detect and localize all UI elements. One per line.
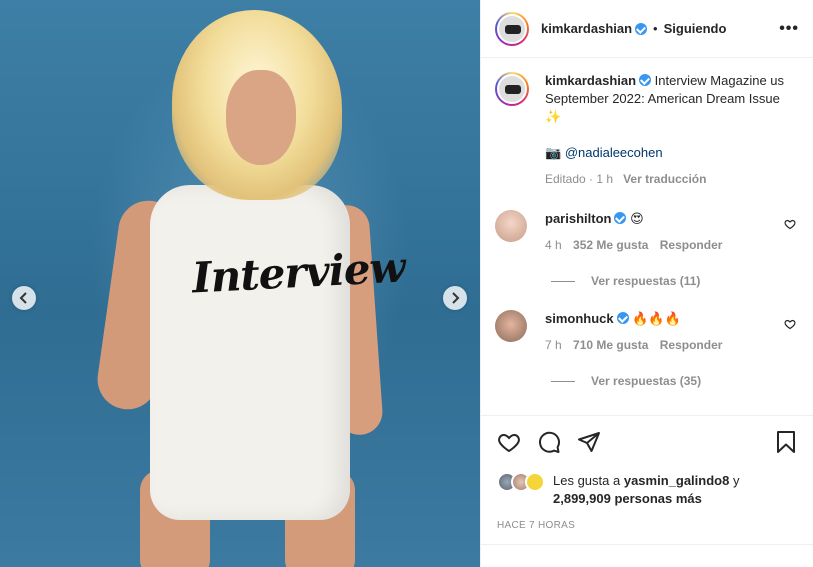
add-comment-bar[interactable] [481, 544, 813, 567]
bookmark-icon[interactable] [774, 430, 798, 454]
comment-likes-count[interactable]: 710 Me gusta [573, 338, 648, 352]
caption-username[interactable]: kimkardashian [545, 73, 636, 88]
camera-emoji-icon: 📷 [545, 145, 562, 160]
caption: kimkardashian Interview Magazine us Sept… [495, 72, 800, 188]
author-username[interactable]: kimkardashian [541, 21, 632, 36]
verified-badge-icon [616, 312, 629, 324]
view-replies-button[interactable]: Ver respuestas (35) [551, 374, 800, 388]
post-timestamp[interactable]: HACE 7 HORAS [497, 520, 798, 531]
verified-badge-icon [635, 22, 648, 35]
comment-text: 😍 [630, 211, 644, 226]
photo-credit: 📷 @nadialeecohen [545, 144, 785, 162]
likes-prefix: Les gusta a [553, 473, 621, 488]
likes-summary: Les gusta a yasmin_galindo8 y 2,899,909 … [497, 472, 798, 508]
comment-time: 4 h [545, 238, 562, 252]
replies-divider [551, 380, 575, 382]
verified-badge-icon [639, 74, 652, 86]
more-options-button[interactable]: ••• [779, 20, 799, 38]
liker-avatar [525, 472, 545, 492]
heart-icon[interactable] [497, 430, 521, 454]
next-image-button[interactable] [443, 286, 467, 310]
like-comment-heart-icon[interactable] [784, 218, 796, 230]
commenter-username[interactable]: simonhuck [545, 311, 614, 326]
comments-section[interactable]: kimkardashian Interview Magazine us Sept… [481, 58, 813, 415]
view-replies-label: Ver respuestas (35) [591, 374, 702, 388]
comment-item: simonhuck 🔥🔥🔥 7 h 710 Me gusta Responder [495, 310, 800, 352]
caption-meta: Editado · 1 h Ver traducción [545, 170, 785, 188]
photographer-mention-link[interactable]: @nadialeecohen [565, 145, 663, 160]
likes-count-link[interactable]: 2,899,909 personas más [553, 491, 702, 506]
previous-image-button[interactable] [12, 286, 36, 310]
caption-time: 1 h [596, 172, 614, 186]
comment-item: parishilton 😍 4 h 352 Me gusta Responder [495, 210, 800, 252]
comment-icon[interactable] [537, 430, 561, 454]
photo-shirt [150, 185, 350, 520]
post-header: kimkardashian • Siguiendo ••• [481, 0, 813, 58]
separator-dot: • [653, 21, 658, 36]
liker-avatars[interactable] [497, 472, 545, 492]
likes-join: y [732, 473, 740, 488]
edited-label: Editado [545, 172, 586, 186]
comment-time: 7 h [545, 338, 562, 352]
photo-face [226, 70, 296, 165]
replies-divider [551, 280, 575, 282]
view-replies-label: Ver respuestas (11) [591, 274, 701, 288]
comment-text: 🔥🔥🔥 [632, 311, 681, 326]
reply-button[interactable]: Responder [660, 238, 723, 252]
reply-button[interactable]: Responder [660, 338, 723, 352]
post-side-panel: kimkardashian • Siguiendo ••• kimkardash… [480, 0, 813, 567]
meta-separator: · [589, 172, 594, 186]
post-actions: Les gusta a yasmin_galindo8 y 2,899,909 … [481, 415, 813, 531]
commenter-avatar[interactable] [495, 310, 527, 342]
see-translation-button[interactable]: Ver traducción [623, 172, 706, 186]
chevron-right-icon [452, 292, 460, 304]
comment-likes-count[interactable]: 352 Me gusta [573, 238, 648, 252]
author-avatar[interactable] [495, 11, 529, 46]
following-button[interactable]: Siguiendo [664, 21, 727, 36]
commenter-username[interactable]: parishilton [545, 211, 611, 226]
view-replies-button[interactable]: Ver respuestas (11) [551, 274, 800, 288]
verified-badge-icon [614, 212, 627, 224]
liker-username-link[interactable]: yasmin_galindo8 [624, 473, 729, 488]
commenter-avatar[interactable] [495, 210, 527, 242]
share-icon[interactable] [577, 430, 601, 454]
caption-avatar[interactable] [495, 72, 529, 106]
chevron-left-icon [19, 292, 27, 304]
post-image: Interview [0, 0, 480, 567]
like-comment-heart-icon[interactable] [784, 318, 796, 330]
